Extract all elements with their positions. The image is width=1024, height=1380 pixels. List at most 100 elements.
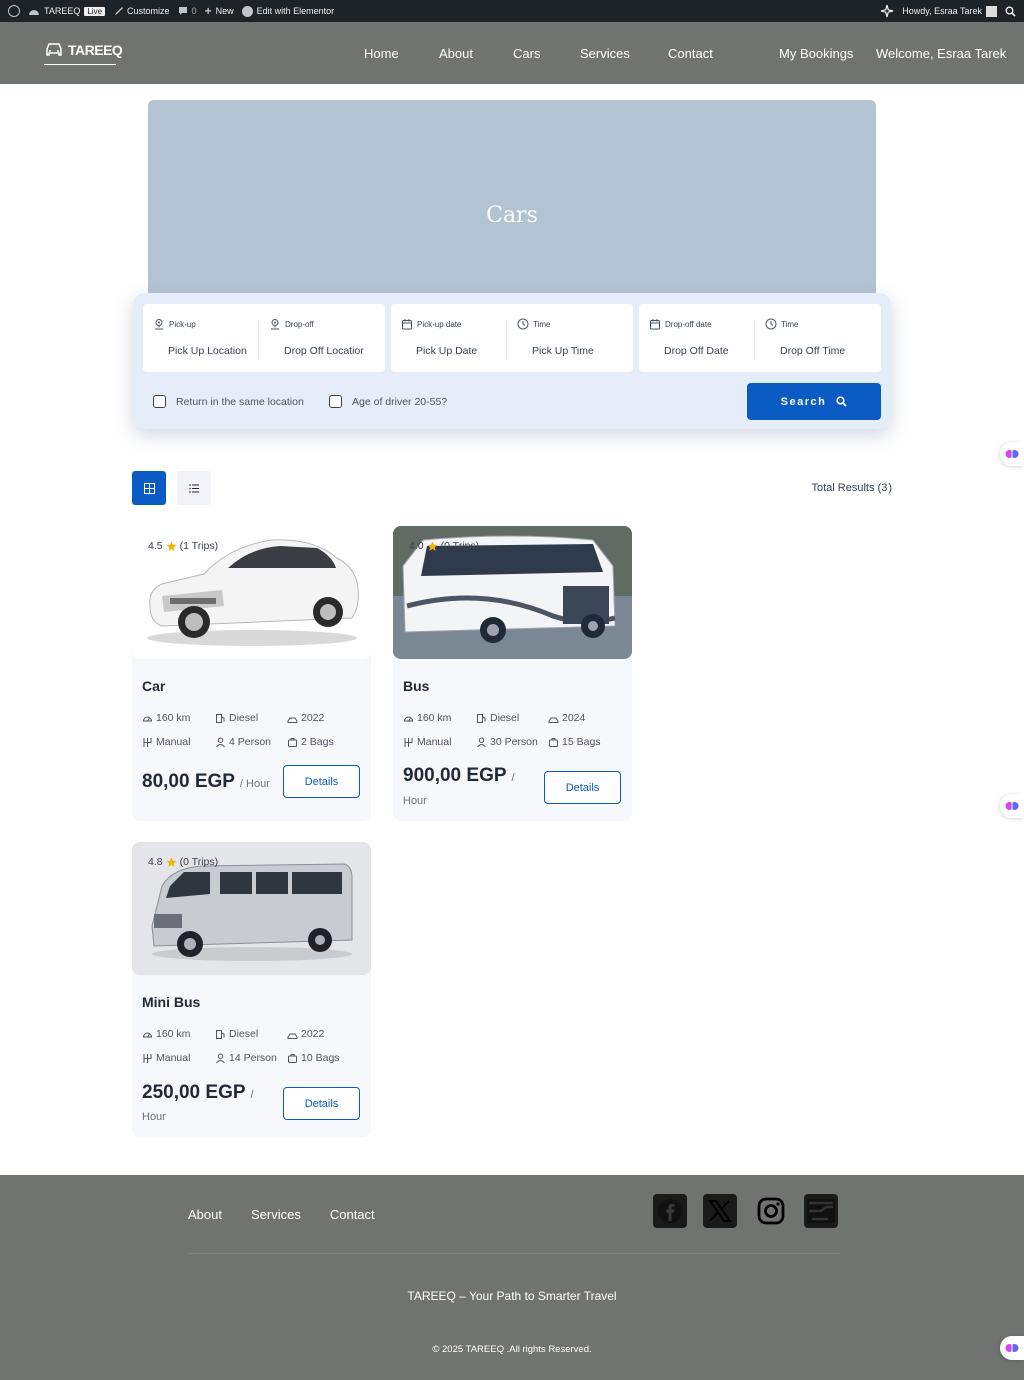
field-label: Pick-up: [169, 319, 196, 329]
price-value: 80,00 EGP: [142, 771, 235, 792]
brain-icon: [1005, 450, 1019, 458]
spec-value: 2022: [301, 1028, 325, 1040]
howdy-label: Howdy, Esraa Tarek: [902, 6, 982, 16]
customize-link[interactable]: Customize: [113, 6, 170, 16]
bus-image[interactable]: 4.0 (0 Trips): [393, 526, 632, 659]
rating-value: 4.8: [148, 856, 163, 868]
location-group: Pick-up Pick Up Location Drop-off Drop O…: [143, 304, 385, 372]
admin-site-link[interactable]: TAREEQ Live: [28, 6, 106, 16]
field-label: Time: [781, 319, 799, 329]
sparkle-icon[interactable]: [880, 4, 894, 18]
year-spec: 2022: [287, 712, 324, 724]
car-year-icon: [287, 1033, 298, 1039]
brain-icon: [1005, 802, 1019, 810]
mini-bus-image[interactable]: 4.8 (0 Trips): [132, 842, 371, 975]
mileage-spec: 160 km: [142, 712, 190, 724]
nav-contact[interactable]: Contact: [668, 46, 713, 61]
price-unit: / Hour: [239, 778, 270, 790]
pickup-time-field[interactable]: Time Pick Up Time: [517, 304, 633, 372]
dropoff-date-field[interactable]: Drop-off date Drop Off Date: [649, 304, 755, 372]
footer-contact-link[interactable]: Contact: [330, 1207, 375, 1222]
dropoff-time-field[interactable]: Time Drop Off Time: [765, 304, 881, 372]
search-button[interactable]: Search: [747, 383, 881, 420]
spec-value: Manual: [417, 736, 452, 748]
details-button[interactable]: Details: [544, 771, 621, 804]
field-label: Drop-off date: [665, 319, 712, 329]
grid-view-button[interactable]: [132, 471, 166, 505]
rating-value: 4.0: [409, 540, 424, 552]
speedometer-icon: [403, 716, 414, 721]
search-icon[interactable]: [1005, 6, 1016, 17]
ai-assistant-button[interactable]: [1000, 442, 1024, 466]
site-logo[interactable]: TAREEQ: [44, 42, 123, 65]
elementor-link[interactable]: Edit with Elementor: [241, 5, 334, 17]
search-icon: [836, 396, 847, 407]
same-location-checkbox[interactable]: Return in the same location: [153, 395, 304, 408]
car-rating: 4.5 (1 Trips): [148, 540, 218, 552]
mini-bus-rating: 4.8 (0 Trips): [148, 856, 218, 868]
checkbox-box[interactable]: [153, 395, 166, 408]
nav-home[interactable]: Home: [364, 46, 399, 61]
checkbox-box[interactable]: [329, 395, 342, 408]
star-icon: [166, 541, 177, 551]
new-link[interactable]: + New: [205, 4, 234, 18]
customize-label: Customize: [127, 6, 170, 16]
car-title[interactable]: Car: [142, 678, 165, 694]
nav-cars[interactable]: Cars: [513, 46, 540, 61]
x-icon[interactable]: [703, 1194, 737, 1228]
checkbox-label: Age of driver 20-55?: [352, 395, 448, 408]
pickup-location-field[interactable]: Pick-up Pick Up Location: [153, 304, 259, 372]
search-button-label: Search: [780, 395, 827, 408]
ai-assistant-button[interactable]: [1000, 794, 1024, 818]
site-footer: About Services Contact TAREEQ – Your Pat…: [0, 1175, 1024, 1380]
facebook-icon[interactable]: [653, 1194, 687, 1228]
my-bookings-link[interactable]: My Bookings: [779, 46, 853, 61]
details-button[interactable]: Details: [283, 765, 360, 798]
nav-services[interactable]: Services: [580, 46, 630, 61]
mini-bus-title[interactable]: Mini Bus: [142, 994, 200, 1010]
avatar: [986, 5, 997, 17]
instagram-icon[interactable]: [754, 1194, 788, 1228]
checkbox-label: Return in the same location: [176, 395, 304, 408]
driver-age-checkbox[interactable]: Age of driver 20-55?: [329, 395, 447, 408]
spec-value: 2024: [562, 712, 586, 724]
field-label: Drop-off: [285, 319, 314, 329]
footer-services-link[interactable]: Services: [251, 1207, 301, 1222]
nav-about[interactable]: About: [439, 46, 473, 61]
comments-link[interactable]: 0: [178, 6, 197, 16]
price-value: 250,00 EGP: [142, 1082, 246, 1103]
ai-assistant-button[interactable]: [1000, 1336, 1024, 1360]
price-unit-slash: /: [511, 772, 515, 784]
pickup-date-field[interactable]: Pick-up date Pick Up Date: [401, 304, 507, 372]
dashboard-icon: [29, 10, 39, 15]
person-icon: [216, 737, 225, 747]
live-badge: Live: [84, 6, 106, 16]
spec-value: 14 Person: [229, 1052, 277, 1064]
wordpress-icon[interactable]: [8, 5, 20, 17]
new-label: New: [215, 6, 234, 16]
price-unit: Hour: [403, 795, 427, 807]
price-unit: Hour: [142, 1111, 166, 1123]
welcome-user-link[interactable]: Welcome, Esraa Tarek: [876, 46, 1006, 61]
spec-value: 160 km: [156, 1028, 191, 1040]
seats-spec: 4 Person: [215, 736, 271, 748]
howdy-user[interactable]: Howdy, Esraa Tarek: [902, 5, 997, 17]
logo-text: TAREEQ: [68, 42, 123, 58]
elementor-icon: [241, 5, 253, 17]
fuel-icon: [216, 713, 225, 723]
bus-title[interactable]: Bus: [403, 678, 429, 694]
mail-icon[interactable]: [804, 1194, 838, 1228]
bags-spec: 10 Bags: [287, 1052, 340, 1064]
brush-icon: [115, 7, 124, 15]
list-view-button[interactable]: [177, 471, 211, 505]
transmission-spec: Manual: [403, 736, 451, 748]
total-results-label: Total Results: [811, 482, 875, 494]
bus-rating: 4.0 (0 Trips): [409, 540, 479, 552]
transmission-spec: Manual: [142, 736, 190, 748]
car-image[interactable]: 4.5 (1 Trips): [132, 526, 371, 659]
footer-about-link[interactable]: About: [188, 1207, 222, 1222]
details-button[interactable]: Details: [283, 1087, 360, 1120]
spec-value: 30 Person: [490, 736, 538, 748]
list-icon: [189, 483, 199, 493]
dropoff-location-field[interactable]: Drop-off Drop Off Locatior: [269, 304, 385, 372]
